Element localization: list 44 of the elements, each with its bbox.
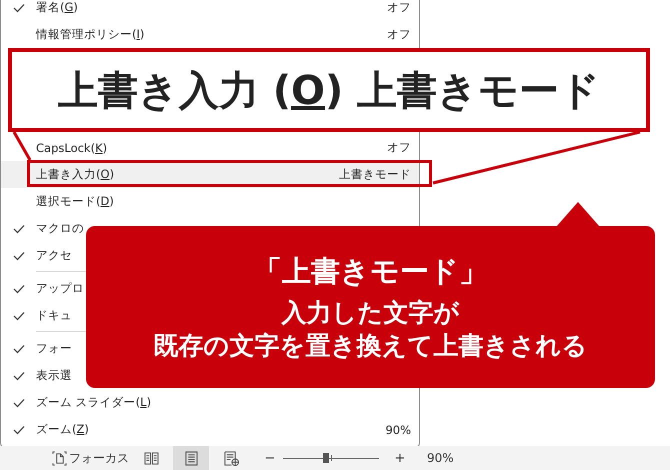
menu-item-label: 選択モード(D) xyxy=(36,194,114,209)
menu-item[interactable]: 選択モード(D) xyxy=(1,188,114,215)
menu-item-value: オフ xyxy=(387,27,411,42)
menu-item-label: ズーム(Z) xyxy=(36,422,90,437)
book-icon xyxy=(144,452,158,464)
zoom-out-button[interactable]: − xyxy=(263,450,277,466)
menu-item[interactable]: マクロの xyxy=(1,215,84,242)
menu-item[interactable]: フォー xyxy=(1,335,72,362)
callout-title: 「上書きモード」 xyxy=(253,252,488,290)
web-layout-icon xyxy=(224,450,238,466)
page-icon xyxy=(52,450,67,466)
menu-item-label: 情報管理ポリシー(I) xyxy=(36,27,146,42)
view-button[interactable] xyxy=(173,446,209,470)
menu-item-label: CapsLock(K) xyxy=(36,140,108,154)
menu-item[interactable]: 署名(G) オフ xyxy=(1,0,419,21)
menu-item-value: 上書きモード xyxy=(339,167,411,182)
menu-item-label: マクロの xyxy=(36,221,84,236)
menu-item-label: フォー xyxy=(36,341,72,356)
callout-text: 上書き入力 (O) 上書きモード xyxy=(58,66,600,116)
menu-item-label: アクセ xyxy=(36,248,72,263)
menu-item[interactable]: CapsLock(K) オフ xyxy=(1,134,419,161)
menu-item[interactable]: ドキュ xyxy=(1,302,72,329)
callout-text: 入力した文字が xyxy=(282,297,460,330)
slider-thumb[interactable] xyxy=(323,453,330,463)
zoom-in-button[interactable]: + xyxy=(393,450,407,466)
menu-item[interactable]: 表示選 xyxy=(1,362,72,389)
menu-item-value: オフ xyxy=(387,140,411,155)
page-lines-icon xyxy=(184,450,198,466)
menu-item[interactable]: ズーム スライダー(L) xyxy=(1,389,152,416)
menu-item-value: 90% xyxy=(385,422,411,436)
menu-item[interactable]: アップロ xyxy=(1,275,84,302)
menu-item-value: オフ xyxy=(387,0,411,15)
menu-item-label: アップロ xyxy=(36,281,84,296)
zoom-percentage: 90% xyxy=(427,451,454,465)
menu-item-label: ドキュ xyxy=(36,308,72,323)
menu-item-label: 上書き入力(O) xyxy=(36,167,116,182)
menu-item-label: ズーム スライダー(L) xyxy=(36,395,152,410)
menu-item[interactable]: 情報管理ポリシー(I) オフ xyxy=(1,21,419,48)
menu-item[interactable]: ズーム(Z) 90% xyxy=(1,416,419,443)
callout-text: 既存の文字を置き換えて上書きされる xyxy=(154,330,588,362)
menu-item-label: 表示選 xyxy=(36,368,72,383)
focus-button[interactable]: フォーカス xyxy=(52,446,129,470)
menu-item-label: 署名(G) xyxy=(36,0,79,15)
menu-item[interactable]: アクセ xyxy=(1,242,72,269)
